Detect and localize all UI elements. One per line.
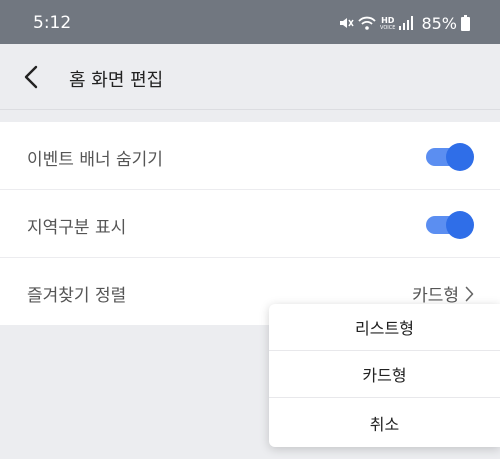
- voice-label: VOICE: [380, 24, 396, 31]
- status-time: 5:12: [33, 13, 72, 33]
- chevron-left-icon: [24, 65, 38, 89]
- page-title: 홈 화면 편집: [69, 70, 164, 91]
- setting-label: 즐겨찾기 정렬: [27, 286, 127, 306]
- toggle-knob: [446, 143, 474, 171]
- hd-voice-icon: HD VOICE: [380, 16, 395, 31]
- menu-item-card[interactable]: 카드형: [269, 351, 500, 398]
- sort-options-menu: 리스트형 카드형 취소: [269, 304, 500, 447]
- status-bar: 5:12 HD VOICE 85%: [0, 0, 500, 44]
- battery-percent: 85%: [421, 13, 457, 33]
- hd-label: HD: [381, 15, 395, 25]
- chevron-right-icon: [465, 286, 474, 301]
- setting-show-region: 지역구분 표시: [0, 190, 500, 258]
- setting-label: 이벤트 배너 숨기기: [27, 150, 163, 170]
- status-icons: HD VOICE 85%: [338, 11, 470, 35]
- settings-list: 이벤트 배너 숨기기 지역구분 표시 즐겨찾기 정렬 카드형: [0, 122, 500, 325]
- sort-value-text: 카드형: [412, 286, 459, 306]
- signal-icon: [399, 16, 414, 30]
- app-header: 홈 화면 편집: [0, 44, 500, 110]
- menu-item-cancel[interactable]: 취소: [269, 398, 500, 447]
- setting-hide-event-banner: 이벤트 배너 숨기기: [0, 122, 500, 190]
- setting-label: 지역구분 표시: [27, 218, 127, 238]
- favorites-sort-value[interactable]: 카드형: [412, 281, 474, 306]
- menu-item-list[interactable]: 리스트형: [269, 304, 500, 351]
- mute-icon: [338, 15, 354, 31]
- hide-event-banner-toggle[interactable]: [424, 143, 474, 171]
- wifi-icon: [358, 15, 376, 31]
- battery-icon: [461, 15, 470, 31]
- toggle-knob: [446, 211, 474, 239]
- show-region-toggle[interactable]: [424, 211, 474, 239]
- back-button[interactable]: [16, 62, 46, 92]
